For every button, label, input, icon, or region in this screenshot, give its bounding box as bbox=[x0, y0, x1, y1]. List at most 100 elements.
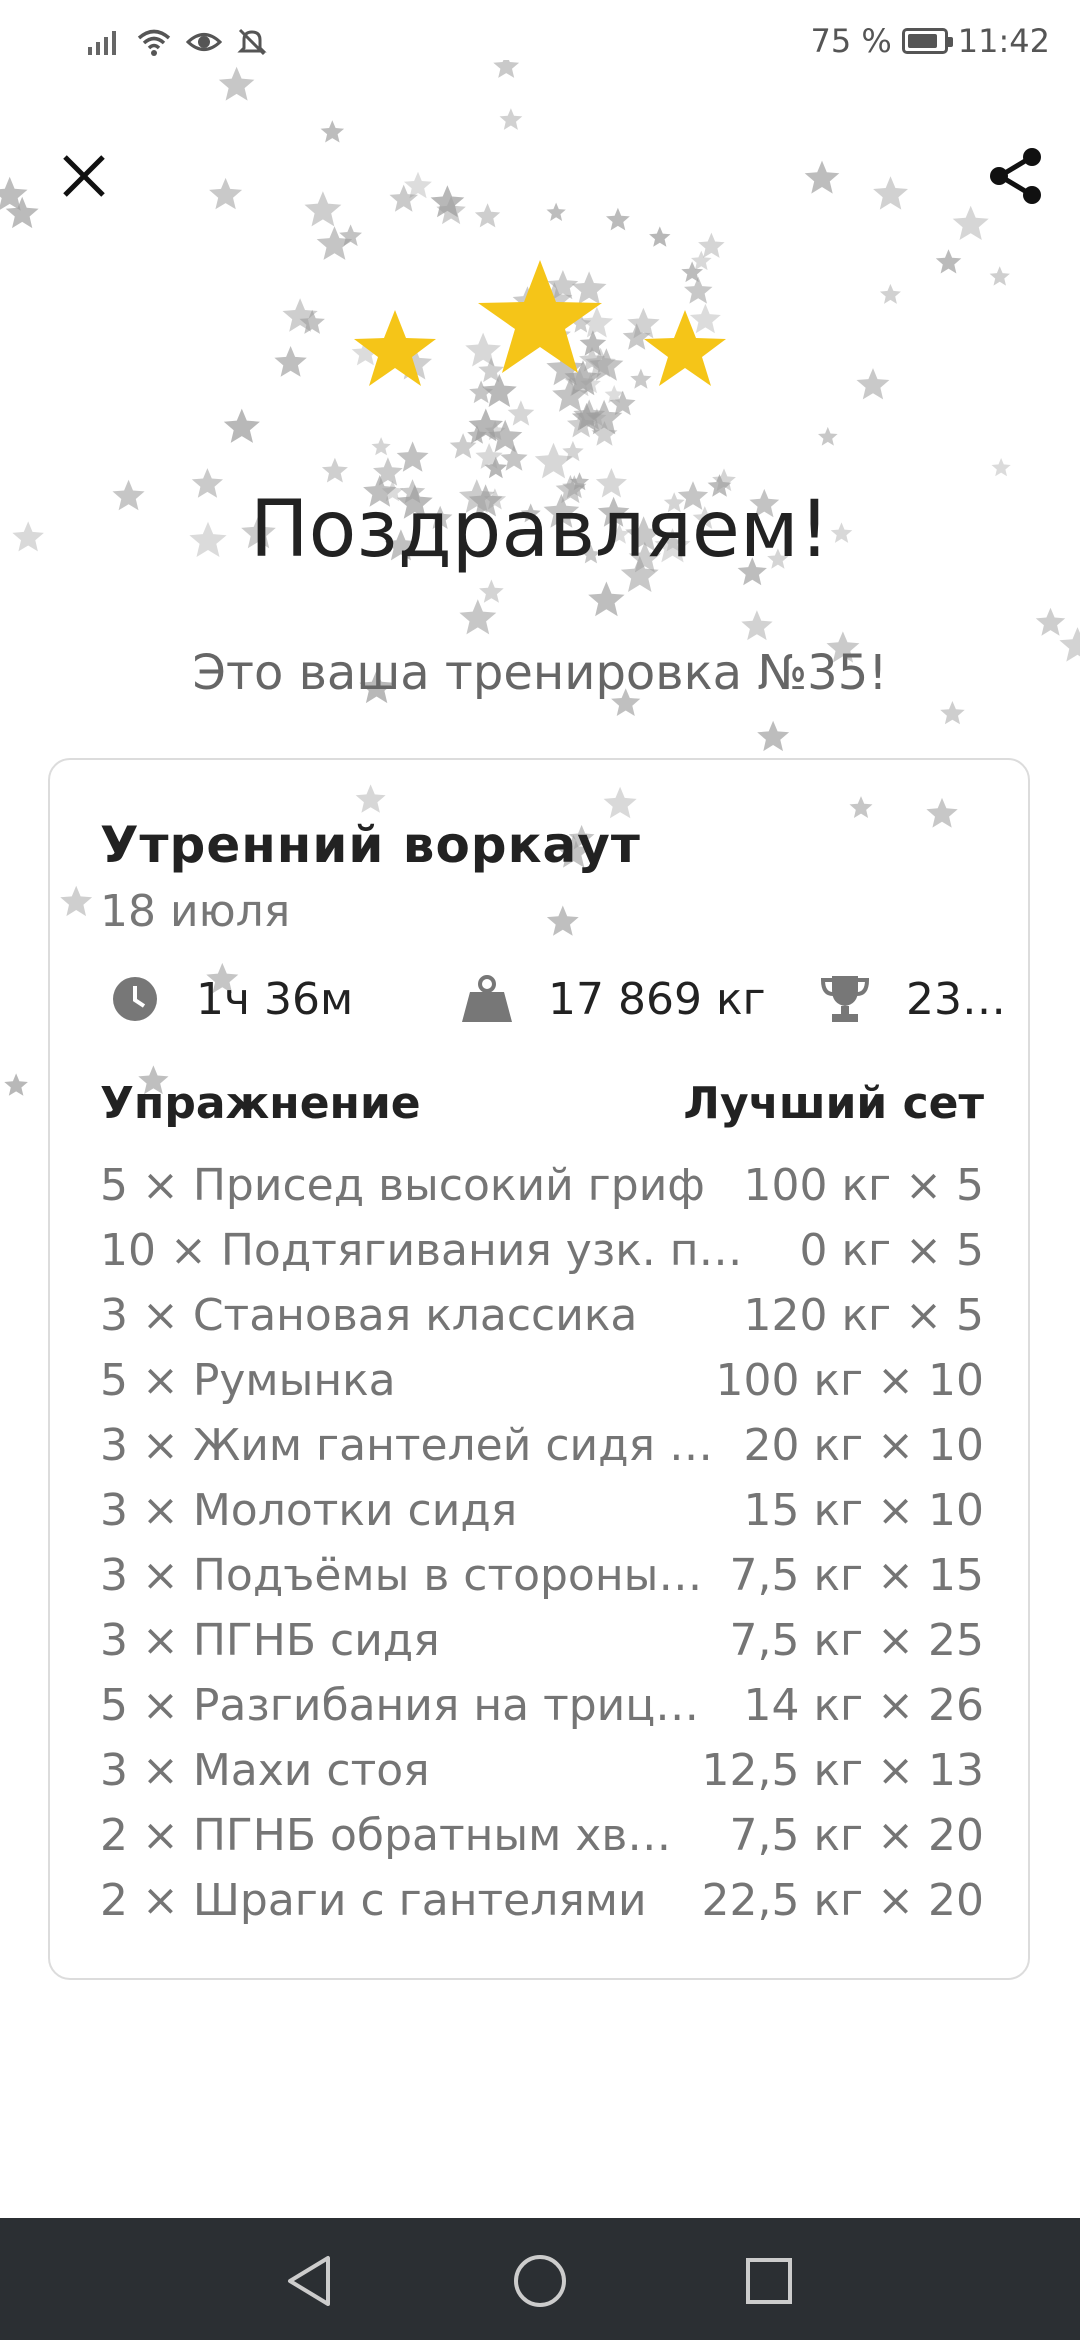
exercise-row: 3 × Жим гантелей сидя … 20 кг × 10 bbox=[100, 1420, 984, 1485]
exercise-row: 3 × Подъёмы в стороны… 7,5 кг × 15 bbox=[100, 1550, 984, 1615]
confetti-star bbox=[534, 442, 573, 479]
confetti-star bbox=[389, 184, 418, 212]
exercise-table-header: Упражнение Лучший сет bbox=[100, 1078, 984, 1138]
exercise-list: 5 × Присед высокий гриф 100 кг × 5 10 × По… bbox=[100, 1160, 984, 1940]
confetti-star bbox=[373, 457, 403, 486]
confetti-star bbox=[449, 433, 477, 459]
workout-date: 18 июля bbox=[100, 886, 291, 937]
column-exercise: Упражнение bbox=[100, 1078, 421, 1129]
confetti-star bbox=[436, 196, 466, 225]
confetti-star bbox=[0, 176, 28, 211]
stat-records: 23… bbox=[818, 972, 1006, 1026]
exercise-row: 2 × Шраги с гантелями 22,5 кг × 20 bbox=[100, 1875, 984, 1940]
exercise-best-set: 0 кг × 5 bbox=[799, 1225, 984, 1276]
confetti-star bbox=[371, 437, 391, 456]
exercise-row: 5 × Румынка 100 кг × 10 bbox=[100, 1355, 984, 1420]
exercise-name: 5 × Присед высокий гриф bbox=[100, 1160, 705, 1211]
column-best-set: Лучший сет bbox=[683, 1078, 984, 1129]
exercise-best-set: 22,5 кг × 20 bbox=[701, 1875, 984, 1926]
confetti-star bbox=[591, 421, 618, 446]
confetti-star bbox=[1035, 607, 1066, 636]
confetti-star bbox=[5, 196, 39, 229]
confetti-star bbox=[940, 701, 965, 725]
exercise-best-set: 7,5 кг × 25 bbox=[729, 1615, 984, 1666]
exercise-name: 2 × ПГНБ обратным хв… bbox=[100, 1810, 672, 1861]
confetti-star bbox=[304, 191, 342, 227]
confetti-star bbox=[474, 203, 501, 228]
exercise-best-set: 14 кг × 26 bbox=[743, 1680, 985, 1731]
confetti-star bbox=[935, 249, 962, 274]
close-icon bbox=[63, 155, 105, 197]
exercise-name: 5 × Разгибания на триц… bbox=[100, 1680, 700, 1731]
confetti-star bbox=[488, 419, 523, 453]
confetti-star bbox=[4, 1073, 28, 1096]
share-button[interactable] bbox=[980, 140, 1052, 212]
exercise-row: 5 × Разгибания на триц… 14 кг × 26 bbox=[100, 1680, 984, 1745]
exercise-name: 2 × Шраги с гантелями bbox=[100, 1875, 647, 1926]
confetti-star bbox=[274, 346, 307, 377]
confetti-star bbox=[209, 177, 243, 210]
confetti-star bbox=[479, 579, 504, 603]
confetti-star bbox=[467, 425, 487, 444]
recents-icon bbox=[746, 2258, 792, 2304]
exercise-best-set: 100 кг × 10 bbox=[715, 1355, 985, 1406]
back-button[interactable] bbox=[274, 2246, 344, 2316]
workout-summary-card: Утренний воркаут 18 июля 1ч 36м 17 869 к… bbox=[48, 758, 1030, 1980]
back-icon bbox=[288, 2256, 330, 2306]
exercise-best-set: 100 кг × 5 bbox=[743, 1160, 985, 1211]
exercise-row: 10 × Подтягивания узк. п… 0 кг × 5 bbox=[100, 1225, 984, 1290]
status-icons-left bbox=[86, 26, 268, 58]
confetti-star bbox=[396, 441, 429, 472]
eye-icon bbox=[186, 33, 222, 51]
exercise-best-set: 15 кг × 10 bbox=[743, 1485, 985, 1536]
confetti-star bbox=[484, 420, 506, 441]
exercise-name: 3 × Махи стоя bbox=[100, 1745, 430, 1796]
exercise-row: 5 × Присед высокий гриф 100 кг × 5 bbox=[100, 1160, 984, 1225]
workout-stats: 1ч 36м 17 869 кг 23… bbox=[100, 972, 1006, 1052]
exercise-name: 5 × Румынка bbox=[100, 1355, 396, 1406]
stat-volume: 17 869 кг bbox=[460, 972, 766, 1026]
close-button[interactable] bbox=[48, 140, 120, 212]
home-button[interactable] bbox=[505, 2246, 575, 2316]
share-icon bbox=[990, 148, 1041, 204]
confetti-star bbox=[321, 457, 348, 483]
confetti-star bbox=[484, 456, 508, 479]
confetti-star bbox=[339, 224, 362, 247]
rating-star-left bbox=[354, 310, 436, 386]
records-value: 23… bbox=[906, 973, 1006, 1025]
exercise-name: 3 × Подъёмы в стороны… bbox=[100, 1550, 703, 1601]
battery-percent: 75 % bbox=[810, 22, 892, 60]
exercise-name: 3 × Жим гантелей сидя … bbox=[100, 1420, 713, 1471]
confetti-star bbox=[856, 368, 890, 400]
workout-name: Утренний воркаут bbox=[100, 816, 641, 874]
exercise-row: 3 × Становая классика 120 кг × 5 bbox=[100, 1290, 984, 1355]
rating-star-center bbox=[478, 260, 602, 373]
confetti-star bbox=[320, 120, 345, 143]
status-icons-right: 75 % 11:42 bbox=[810, 22, 1050, 60]
confetti-star bbox=[562, 440, 584, 462]
confetti-star bbox=[404, 171, 432, 199]
confetti-star bbox=[499, 108, 523, 130]
confetti-star bbox=[606, 207, 630, 231]
confetti-star bbox=[741, 610, 773, 641]
clock-icon bbox=[108, 972, 162, 1026]
exercise-name: 10 × Подтягивания узк. п… bbox=[100, 1225, 740, 1276]
confetti-star bbox=[757, 720, 790, 752]
bell-off-icon bbox=[237, 28, 267, 56]
system-nav-bar bbox=[0, 2218, 1080, 2340]
battery-icon bbox=[901, 28, 953, 54]
recents-button[interactable] bbox=[734, 2246, 804, 2316]
trophy-icon bbox=[818, 972, 872, 1026]
signal-icon bbox=[88, 31, 116, 55]
confetti-star bbox=[991, 458, 1011, 477]
confetti-star bbox=[873, 176, 908, 210]
confetti-star bbox=[299, 309, 325, 334]
wifi-icon bbox=[137, 29, 171, 56]
home-icon bbox=[514, 2255, 566, 2307]
confetti-star bbox=[649, 226, 671, 247]
exercise-best-set: 12,5 кг × 13 bbox=[701, 1745, 984, 1796]
rating-star-right bbox=[644, 310, 726, 386]
confetti-star bbox=[459, 599, 497, 635]
duration-value: 1ч 36м bbox=[196, 973, 354, 1025]
confetti-star bbox=[804, 160, 840, 194]
